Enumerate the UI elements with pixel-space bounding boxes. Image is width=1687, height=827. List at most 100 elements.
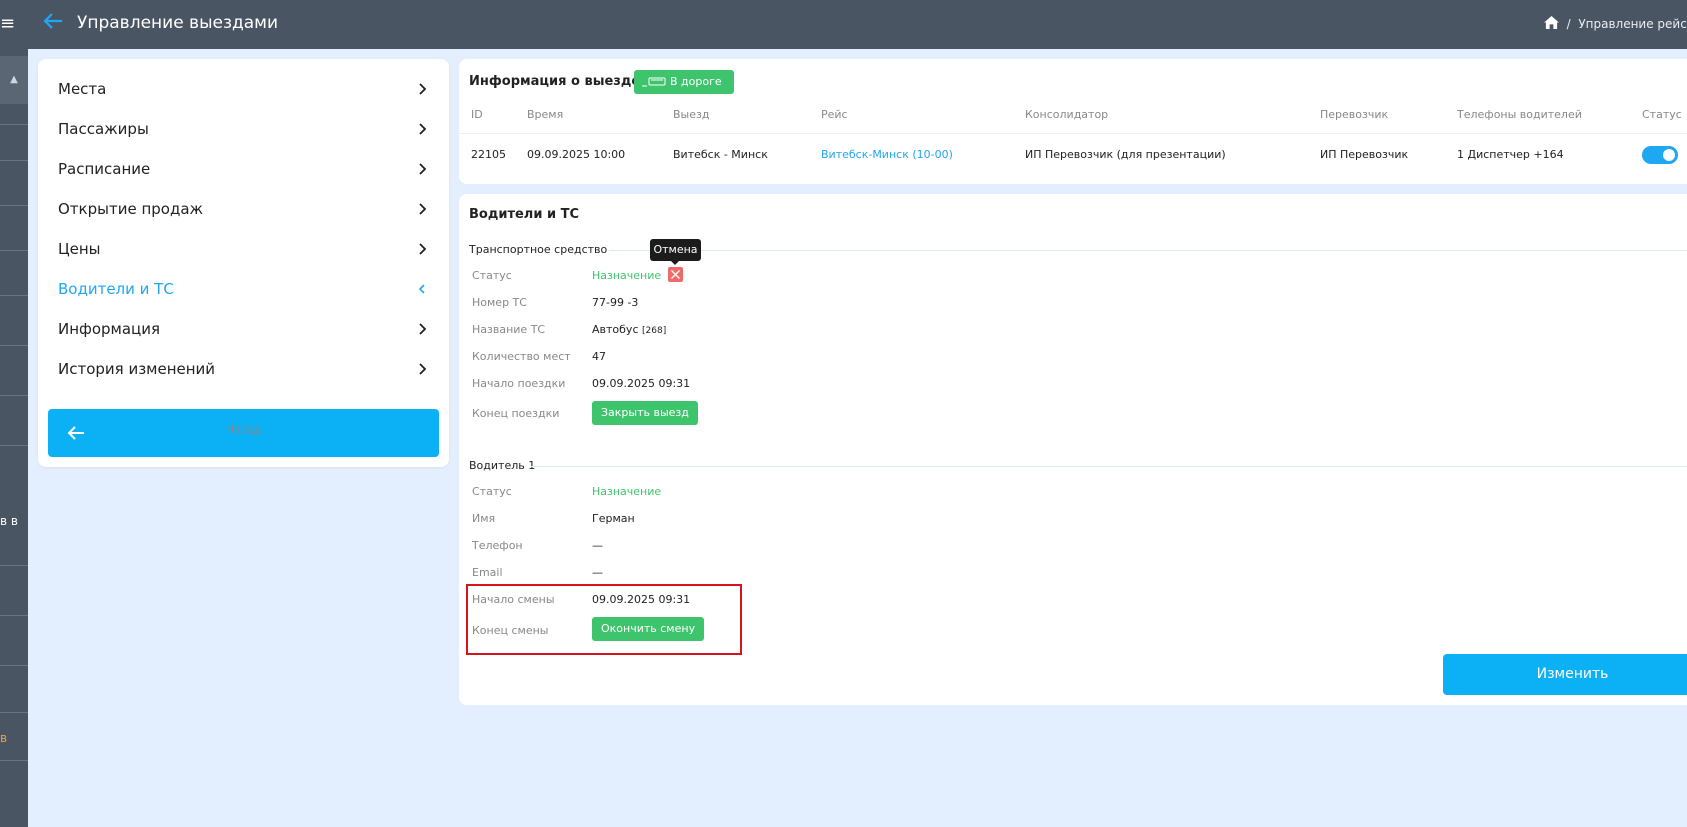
drivers-vehicles-card: Водители и ТС Транспортное средство Отме…	[459, 194, 1687, 705]
vehicle-number-label: Номер ТС	[472, 296, 527, 309]
driver-phone-value: —	[592, 539, 603, 552]
rail-divider	[0, 345, 28, 346]
shift-start-label: Начало смены	[472, 593, 555, 606]
nav-item-label: Цены	[58, 240, 101, 258]
trip-departure: Витебск - Минск	[673, 148, 768, 161]
rail-divider	[0, 760, 28, 761]
column-header: Консолидатор	[1025, 108, 1109, 121]
rail-divider	[0, 565, 28, 566]
chevron-right-icon	[419, 363, 427, 375]
trip-carrier: ИП Перевозчик	[1320, 148, 1409, 161]
back-button[interactable]: Назад	[48, 409, 439, 457]
column-header: Статус	[1642, 108, 1682, 121]
chevron-right-icon	[419, 83, 427, 95]
chevron-right-icon	[419, 123, 427, 135]
breadcrumb: / Управление рейсами	[1544, 16, 1687, 31]
back-arrow-icon[interactable]	[42, 10, 66, 38]
edit-button-label: Изменить	[1536, 666, 1609, 682]
driver-email-label: Email	[472, 566, 503, 579]
trip-time: 09.09.2025 10:00	[527, 148, 626, 161]
chevron-right-icon	[419, 163, 427, 175]
driver-status-value: Назначение	[592, 485, 662, 498]
section-nav: Места Пассажиры Расписание Открытие прод…	[38, 59, 449, 467]
vehicle-name-label: Название ТС	[472, 323, 546, 336]
status-badge: В дороге	[634, 70, 734, 94]
chevron-right-icon	[419, 243, 427, 255]
nav-item-label: Открытие продаж	[58, 200, 204, 218]
drivers-vehicles-title: Водители и ТС	[469, 207, 579, 222]
nav-item-passengers[interactable]: Пассажиры	[58, 117, 428, 141]
rail-divider	[0, 395, 28, 396]
nav-item-label: Водители и ТС	[58, 280, 174, 298]
column-header: Рейс	[821, 108, 848, 121]
rail-divider	[0, 615, 28, 616]
breadcrumb-separator: /	[1562, 17, 1575, 31]
breadcrumb-item[interactable]: Управление рейсами	[1578, 17, 1687, 31]
driver-phone-label: Телефон	[472, 539, 523, 552]
home-icon[interactable]	[1544, 16, 1559, 29]
cancel-assignment-button[interactable]	[668, 267, 683, 282]
toggle-knob	[1663, 149, 1675, 161]
column-header: Перевозчик	[1320, 108, 1389, 121]
rail-divider	[0, 712, 28, 713]
end-shift-button[interactable]: Окончить смену	[592, 617, 705, 641]
trip-phones: 1 Диспетчер +164	[1457, 148, 1564, 161]
rail-item-fragment[interactable]: в	[0, 731, 7, 745]
column-header: ID	[471, 108, 483, 121]
driver-name-value: Герман	[592, 512, 635, 525]
shift-end-label: Конец смены	[472, 624, 549, 637]
trip-route-link[interactable]: Витебск-Минск (10-00)	[821, 148, 953, 161]
vehicle-section-title: Транспортное средство	[469, 243, 608, 256]
nav-item-label: Места	[58, 80, 107, 98]
trip-start-value: 09.09.2025 09:31	[592, 377, 691, 390]
nav-item-change-history[interactable]: История изменений	[58, 357, 428, 381]
nav-item-label: Пассажиры	[58, 120, 149, 138]
rail-collapse-button[interactable]: ▲	[0, 56, 28, 104]
driver-name-label: Имя	[472, 512, 496, 525]
nav-item-seats[interactable]: Места	[58, 77, 428, 101]
chevron-right-icon	[419, 203, 427, 215]
rail-divider	[0, 665, 28, 666]
nav-item-prices[interactable]: Цены	[58, 237, 428, 261]
left-rail: ≡ ▲ в в в	[0, 0, 28, 827]
seats-label: Количество мест	[472, 350, 571, 363]
driver-status-label: Статус	[472, 485, 512, 498]
vehicle-status-value: Назначение	[592, 269, 662, 282]
rail-divider	[0, 205, 28, 206]
nav-item-drivers-vehicles[interactable]: Водители и ТС	[58, 277, 428, 301]
page-title: Управление выездами	[77, 13, 279, 33]
arrow-left-icon	[43, 13, 62, 29]
section-divider	[531, 466, 1687, 467]
rail-divider	[0, 250, 28, 251]
trip-start-label: Начало поездки	[472, 377, 566, 390]
shift-start-value: 09.09.2025 09:31	[592, 593, 691, 606]
driver-email-value: —	[592, 566, 603, 579]
column-header: Выезд	[673, 108, 710, 121]
vehicle-status-label: Статус	[472, 269, 512, 282]
nav-item-information[interactable]: Информация	[58, 317, 428, 341]
rail-item-fragment[interactable]: в в	[0, 514, 18, 528]
nav-item-sales-opening[interactable]: Открытие продаж	[58, 197, 428, 221]
nav-item-label: Расписание	[58, 160, 151, 178]
trip-end-label: Конец поездки	[472, 407, 560, 420]
close-trip-button[interactable]: Закрыть выезд	[592, 401, 698, 425]
section-divider	[609, 250, 1687, 251]
trip-info-card: Информация о выезде В дороге ID Время Вы…	[459, 59, 1687, 184]
bus-icon	[642, 77, 666, 87]
rail-divider	[0, 295, 28, 296]
vehicle-code: [268]	[642, 326, 667, 336]
status-toggle[interactable]	[1642, 146, 1678, 164]
cancel-tooltip: Отмена	[650, 239, 701, 265]
back-button-label: Назад	[225, 423, 262, 436]
hamburger-menu-icon[interactable]: ≡	[0, 12, 15, 36]
table-divider	[459, 133, 1687, 134]
chevron-right-icon	[419, 323, 427, 335]
column-header: Телефоны водителей	[1457, 108, 1582, 121]
close-icon	[671, 270, 680, 279]
edit-button[interactable]: Изменить	[1443, 654, 1687, 695]
nav-item-schedule[interactable]: Расписание	[58, 157, 428, 181]
rail-divider	[0, 445, 28, 446]
vehicle-name-value: Автобус [268]	[592, 323, 666, 336]
rail-divider	[0, 124, 28, 125]
top-header: Управление выездами / Управление рейсами	[28, 0, 1687, 49]
